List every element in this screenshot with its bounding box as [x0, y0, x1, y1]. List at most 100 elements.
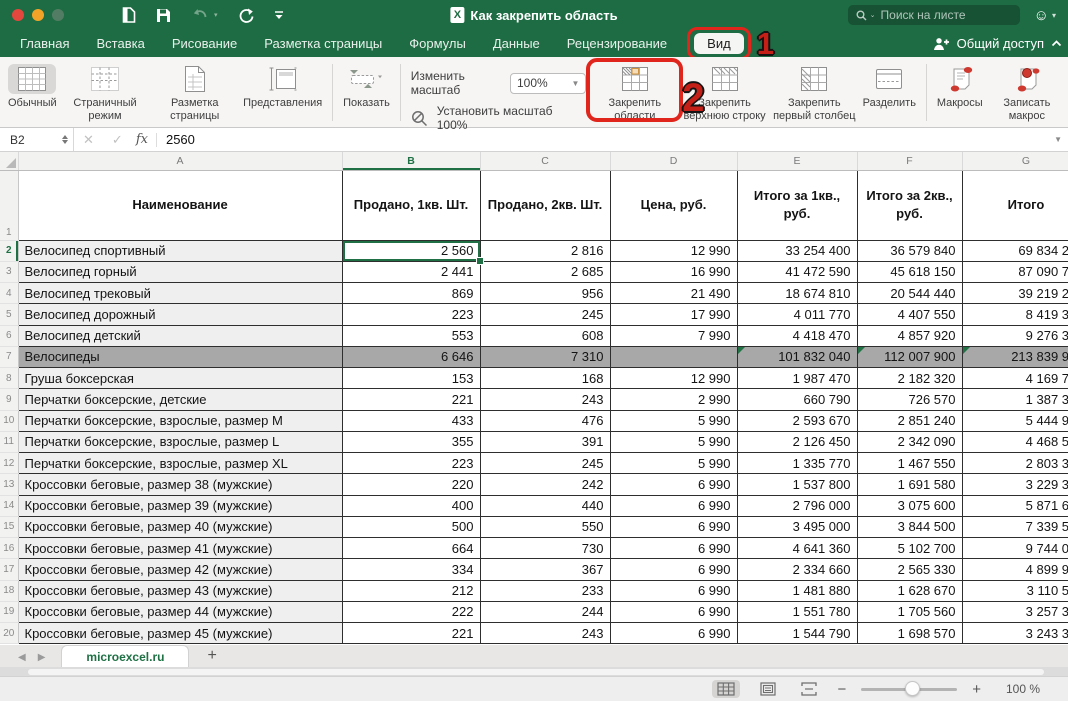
- cell[interactable]: 3 495 000: [737, 516, 857, 537]
- cell[interactable]: 1 698 570: [857, 623, 962, 644]
- cell[interactable]: 440: [480, 495, 610, 516]
- cell[interactable]: 16 990: [610, 261, 737, 282]
- tab-home[interactable]: Главная: [20, 36, 69, 51]
- cell[interactable]: Кроссовки беговые, размер 40 (мужские): [18, 516, 342, 537]
- cell[interactable]: 433: [342, 410, 480, 431]
- view-normal-button[interactable]: Обычный: [8, 62, 57, 110]
- column-header-f[interactable]: F: [857, 152, 962, 170]
- save-icon[interactable]: [156, 8, 171, 23]
- formula-bar-expand-icon[interactable]: ▼: [1054, 135, 1062, 144]
- cell[interactable]: 726 570: [857, 389, 962, 410]
- add-sheet-button[interactable]: +: [207, 647, 216, 665]
- enter-icon[interactable]: ✓: [112, 132, 123, 148]
- cell[interactable]: Велосипед детский: [18, 325, 342, 346]
- zoom-slider-knob[interactable]: [905, 681, 920, 696]
- view-custom-views-button[interactable]: Представления: [243, 62, 322, 110]
- cell[interactable]: 1 467 550: [857, 453, 962, 474]
- row-number[interactable]: 5: [0, 304, 18, 325]
- cell[interactable]: Перчатки боксерские, взрослые, размер XL: [18, 453, 342, 474]
- status-normal-view-button[interactable]: [712, 680, 740, 698]
- tab-data[interactable]: Данные: [493, 36, 540, 51]
- cell[interactable]: 4 468 540: [962, 431, 1068, 452]
- cell[interactable]: 245: [480, 304, 610, 325]
- undo-icon[interactable]: [191, 8, 208, 23]
- macros-button[interactable]: Макросы: [937, 62, 983, 110]
- show-button[interactable]: Показать: [343, 62, 390, 110]
- tab-insert[interactable]: Вставка: [96, 36, 144, 51]
- cell[interactable]: 355: [342, 431, 480, 452]
- column-header-d[interactable]: D: [610, 152, 737, 170]
- cell[interactable]: 39 219 250: [962, 283, 1068, 304]
- cell[interactable]: 242: [480, 474, 610, 495]
- row-number[interactable]: 16: [0, 538, 18, 559]
- cell[interactable]: 243: [480, 389, 610, 410]
- cell[interactable]: Продано, 1кв. Шт.: [342, 170, 480, 240]
- cell[interactable]: 5 990: [610, 453, 737, 474]
- cell[interactable]: 36 579 840: [857, 240, 962, 261]
- row-number[interactable]: 18: [0, 580, 18, 601]
- cell[interactable]: 221: [342, 389, 480, 410]
- new-file-icon[interactable]: [122, 7, 136, 23]
- cell[interactable]: 553: [342, 325, 480, 346]
- row-number[interactable]: 4: [0, 283, 18, 304]
- cell[interactable]: 500: [342, 516, 480, 537]
- cell[interactable]: 400: [342, 495, 480, 516]
- cell[interactable]: Кроссовки беговые, размер 45 (мужские): [18, 623, 342, 644]
- cell[interactable]: 1 387 360: [962, 389, 1068, 410]
- cell[interactable]: 20 544 440: [857, 283, 962, 304]
- cell[interactable]: Кроссовки беговые, размер 42 (мужские): [18, 559, 342, 580]
- close-window-button[interactable]: [12, 9, 24, 21]
- cell[interactable]: 1 691 580: [857, 474, 962, 495]
- cell[interactable]: 5 444 910: [962, 410, 1068, 431]
- horizontal-scrollbar[interactable]: [0, 667, 1068, 676]
- cell[interactable]: 223: [342, 304, 480, 325]
- redo-icon[interactable]: [238, 7, 254, 24]
- cell[interactable]: 730: [480, 538, 610, 559]
- row-number[interactable]: 17: [0, 559, 18, 580]
- cell[interactable]: Велосипед дорожный: [18, 304, 342, 325]
- cell[interactable]: 7 339 500: [962, 516, 1068, 537]
- column-header-b[interactable]: B: [342, 152, 480, 170]
- cell[interactable]: 869: [342, 283, 480, 304]
- column-header-e[interactable]: E: [737, 152, 857, 170]
- cell[interactable]: 245: [480, 453, 610, 474]
- cell[interactable]: 1 335 770: [737, 453, 857, 474]
- cell[interactable]: 3 075 600: [857, 495, 962, 516]
- cell[interactable]: 220: [342, 474, 480, 495]
- cell[interactable]: 1 537 800: [737, 474, 857, 495]
- scrollbar-thumb[interactable]: [28, 669, 1044, 675]
- cell[interactable]: 4 899 990: [962, 559, 1068, 580]
- cell[interactable]: 17 990: [610, 304, 737, 325]
- cell[interactable]: Перчатки боксерские, взрослые, размер L: [18, 431, 342, 452]
- cell[interactable]: 101 832 040: [737, 346, 857, 367]
- cell[interactable]: 334: [342, 559, 480, 580]
- view-page-layout-button[interactable]: Разметка страницы: [153, 62, 236, 123]
- row-number[interactable]: 20: [0, 623, 18, 644]
- cell[interactable]: 2 342 090: [857, 431, 962, 452]
- cell[interactable]: 608: [480, 325, 610, 346]
- cell[interactable]: Наименование: [18, 170, 342, 240]
- cancel-icon[interactable]: ✕: [83, 132, 94, 148]
- cell[interactable]: 2 182 320: [857, 368, 962, 389]
- cell[interactable]: 7 990: [610, 325, 737, 346]
- undo-dropdown-icon[interactable]: ▾: [214, 11, 218, 19]
- toolbar-overflow-icon[interactable]: [274, 10, 284, 20]
- feedback-button[interactable]: ☺▾: [1034, 7, 1056, 24]
- cell[interactable]: Цена, руб.: [610, 170, 737, 240]
- zoom-slider[interactable]: [861, 688, 957, 691]
- row-number[interactable]: 6: [0, 325, 18, 346]
- row-number[interactable]: 1: [0, 170, 18, 240]
- cell[interactable]: Итого за 2кв., руб.: [857, 170, 962, 240]
- cell[interactable]: 221: [342, 623, 480, 644]
- cell[interactable]: 2 685: [480, 261, 610, 282]
- cell[interactable]: 9 744 060: [962, 538, 1068, 559]
- cell[interactable]: 6 646: [342, 346, 480, 367]
- cell[interactable]: 153: [342, 368, 480, 389]
- cell[interactable]: 6 990: [610, 623, 737, 644]
- cell[interactable]: 3 243 360: [962, 623, 1068, 644]
- cell[interactable]: 4 011 770: [737, 304, 857, 325]
- cell[interactable]: 391: [480, 431, 610, 452]
- view-page-break-button[interactable]: Страничный режим: [64, 62, 147, 123]
- status-page-layout-button[interactable]: [755, 680, 781, 698]
- zoom-select[interactable]: 100%▼: [510, 73, 586, 94]
